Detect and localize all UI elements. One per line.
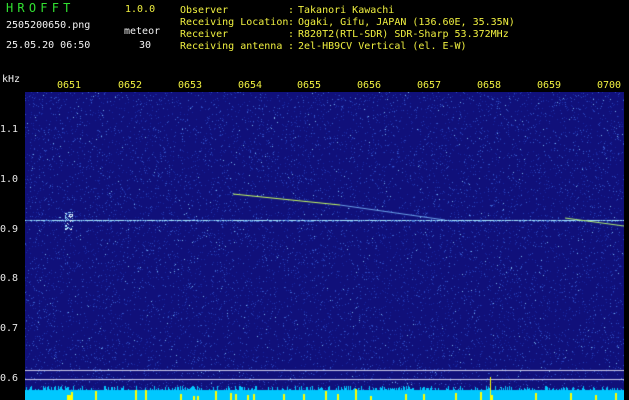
- time-tick-0658: 0658: [477, 80, 502, 91]
- meteor-label: meteor: [124, 26, 161, 37]
- time-tick-0657: 0657: [417, 80, 442, 91]
- time-tick-0655: 0655: [297, 80, 322, 91]
- observer-key: Observer: [180, 5, 229, 16]
- freq-tick-0-6: 0.6: [0, 373, 19, 384]
- antenna-key: Receiving antenna: [180, 41, 283, 52]
- time-tick-0700: 0700: [597, 80, 622, 91]
- time-tick-0656: 0656: [357, 80, 382, 91]
- waterfall-canvas: [25, 92, 624, 400]
- location-value: Ogaki, Gifu, JAPAN (136.60E, 35.35N): [298, 17, 515, 28]
- antenna-sep: :: [288, 41, 295, 52]
- image-filename: 2505200650.png: [6, 20, 91, 31]
- freq-unit-label: kHz: [2, 74, 21, 85]
- freq-tick-0-9: 0.9: [0, 224, 19, 235]
- freq-tick-1-0: 1.0: [0, 174, 19, 185]
- time-tick-0651: 0651: [57, 80, 82, 91]
- time-tick-0659: 0659: [537, 80, 562, 91]
- receiver-sep: :: [288, 29, 295, 40]
- location-key: Receiving Location: [180, 17, 289, 28]
- receiver-value: R820T2(RTL-SDR) SDR-Sharp 53.372MHz: [298, 29, 509, 40]
- time-tick-0652: 0652: [118, 80, 143, 91]
- waterfall-spectrogram: [25, 92, 624, 400]
- observer-value: Takanori Kawachi: [298, 5, 395, 16]
- time-tick-0654: 0654: [238, 80, 263, 91]
- freq-tick-0-8: 0.8: [0, 273, 19, 284]
- hrofft-window: HROFFT 1.0.0 2505200650.png meteor 25.05…: [0, 0, 629, 400]
- observer-sep: :: [288, 5, 295, 16]
- app-title: HROFFT: [6, 1, 75, 15]
- antenna-value: 2el-HB9CV Vertical (el. E-W): [298, 41, 467, 52]
- meteor-count: 30: [139, 40, 152, 51]
- freq-tick-1-1: 1.1: [0, 124, 19, 135]
- app-version: 1.0.0: [125, 4, 156, 15]
- receiver-key: Receiver: [180, 29, 229, 40]
- image-datetime: 25.05.20 06:50: [6, 40, 91, 51]
- location-sep: :: [288, 17, 295, 28]
- time-tick-0653: 0653: [178, 80, 203, 91]
- freq-tick-0-7: 0.7: [0, 323, 19, 334]
